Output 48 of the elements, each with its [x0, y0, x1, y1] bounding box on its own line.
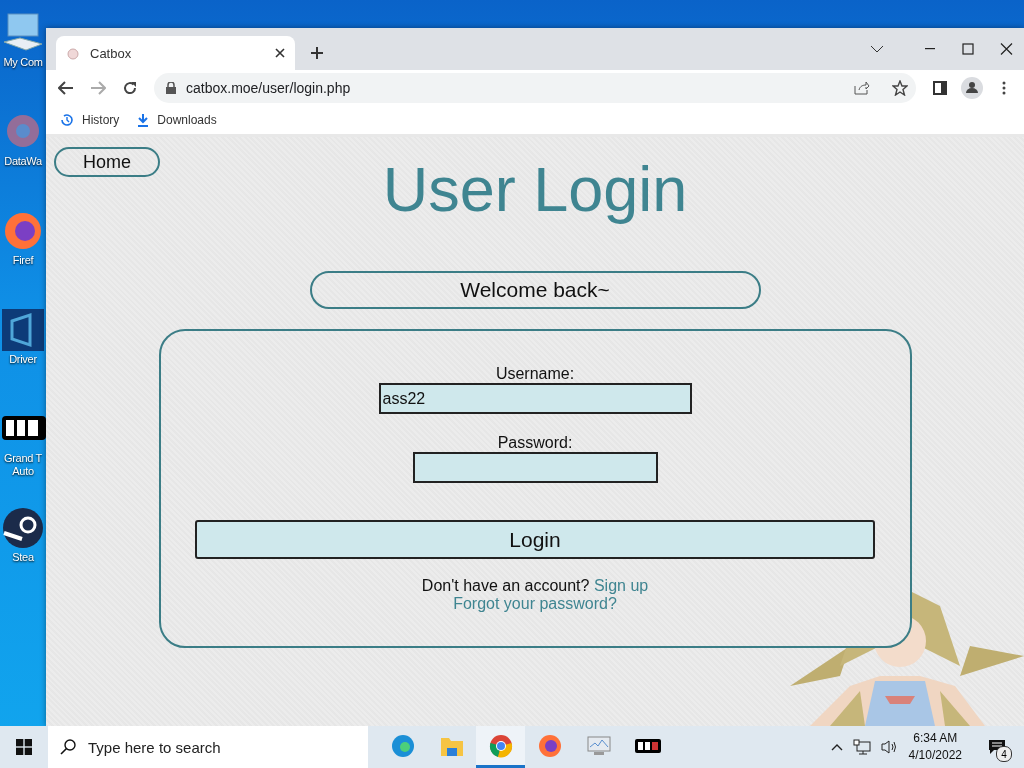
page-title: User Login — [382, 153, 688, 226]
login-button[interactable]: Login — [195, 520, 875, 559]
windows-icon — [16, 739, 32, 755]
home-button[interactable]: Home — [54, 147, 160, 177]
steam-icon — [0, 505, 46, 551]
back-icon[interactable] — [58, 81, 74, 95]
side-panel-icon[interactable] — [933, 81, 947, 95]
desktop-icon-label[interactable]: DataWa — [4, 155, 42, 168]
forgot-password-link[interactable]: Forgot your password? — [453, 595, 617, 613]
speaker-icon[interactable] — [880, 739, 899, 755]
search-icon — [60, 739, 76, 755]
download-icon — [137, 113, 150, 127]
taskbar-search-field[interactable]: Type here to search — [48, 726, 368, 768]
network-icon[interactable] — [852, 739, 871, 755]
profile-icon[interactable] — [961, 77, 983, 99]
bookmark-link[interactable]: Downloads — [157, 113, 217, 127]
star-icon[interactable] — [892, 80, 908, 96]
cat-favicon — [66, 46, 80, 60]
firefox-icon — [537, 733, 562, 758]
plus-icon[interactable] — [310, 46, 324, 60]
chevron-down-icon[interactable] — [870, 45, 884, 53]
address-bar[interactable]: catbox.moe/user/login.php — [154, 73, 916, 103]
username-field[interactable]: ass22 — [378, 383, 692, 414]
edge-icon — [390, 733, 415, 758]
maximize-icon[interactable] — [962, 43, 974, 55]
signup-prompt: Don't have an account? Sign up — [421, 577, 649, 595]
close-icon[interactable] — [275, 48, 285, 58]
password-field[interactable] — [412, 452, 658, 483]
clock[interactable]: 6:34 AM 4/10/2022 — [908, 730, 962, 764]
lock-icon — [166, 82, 176, 94]
chrome-icon — [488, 733, 513, 758]
username-label: Username: — [495, 365, 575, 383]
notification-button[interactable]: 4 — [982, 732, 1012, 762]
chevron-up-icon[interactable] — [830, 743, 843, 751]
browser-tab[interactable]: Catbox — [56, 36, 295, 70]
desktop-icon-label[interactable]: Firef — [12, 254, 34, 267]
monitor-icon — [585, 734, 612, 757]
signup-link[interactable]: Sign up — [593, 577, 649, 594]
history-icon — [60, 113, 74, 127]
password-label: Password: — [497, 434, 573, 452]
driver-icon — [0, 307, 46, 353]
welcome-banner: Welcome back~ — [309, 271, 761, 309]
game-logo-icon — [634, 738, 661, 753]
share-icon[interactable] — [854, 81, 870, 95]
bookmark-link[interactable]: History — [82, 113, 120, 127]
reload-icon[interactable] — [122, 80, 138, 96]
desktop-icon-label[interactable]: My Com — [3, 56, 43, 69]
menu-icon[interactable] — [1002, 81, 1006, 95]
